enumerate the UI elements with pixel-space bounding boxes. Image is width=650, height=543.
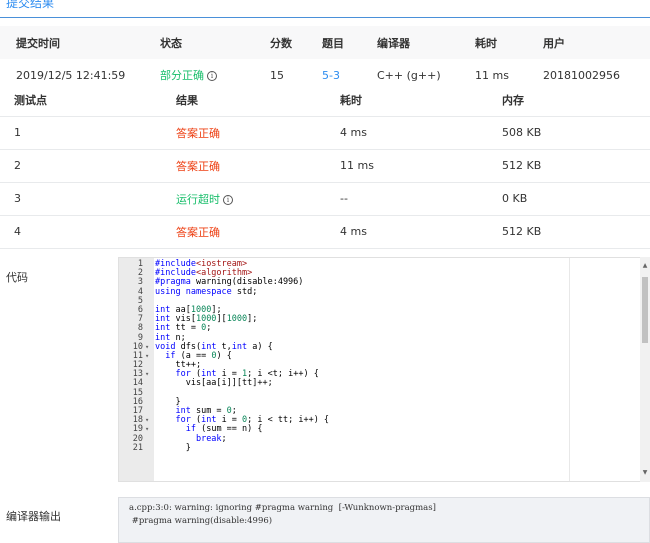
editor-scrollbar[interactable]: ▲ ▼: [640, 257, 650, 482]
fold-toggle-icon[interactable]: ▾: [145, 416, 153, 425]
result-text: 答案正确: [176, 126, 220, 140]
fold-toggle-icon[interactable]: ▾: [145, 352, 153, 361]
case-memory: 512 KB: [502, 149, 650, 183]
header-time: 耗时: [340, 84, 502, 117]
case-memory: 512 KB: [502, 215, 650, 249]
code-label: 代码: [6, 271, 28, 284]
test-case-row: 1 答案正确 4 ms 508 KB: [0, 116, 650, 150]
header-result: 结果: [176, 84, 340, 117]
header-submit-time: 提交时间: [0, 26, 160, 59]
scroll-down-icon[interactable]: ▼: [641, 468, 649, 478]
code-text: vis[aa[i]][tt]++;: [155, 378, 273, 389]
case-result: 答案正确: [176, 215, 340, 249]
case-id: 3: [0, 182, 176, 216]
header-status: 状态: [160, 26, 270, 59]
submission-header-row: 提交时间 状态 分数 题目 编译器 耗时 用户: [0, 26, 650, 59]
case-id: 2: [0, 149, 176, 183]
info-icon[interactable]: i: [223, 194, 233, 205]
test-case-row: 4 答案正确 4 ms 512 KB: [0, 215, 650, 249]
scroll-up-icon[interactable]: ▲: [641, 261, 649, 271]
fold-toggle-icon[interactable]: ▾: [145, 370, 153, 379]
case-id: 1: [0, 116, 176, 150]
header-memory: 内存: [502, 84, 650, 117]
code-line: 14 vis[aa[i]][tt]++;: [119, 379, 639, 388]
case-time: 4 ms: [340, 215, 502, 249]
scroll-thumb[interactable]: [642, 277, 648, 343]
header-score: 分数: [270, 26, 322, 59]
header-user: 用户: [543, 26, 650, 59]
header-compiler: 编译器: [377, 26, 475, 59]
code-line: 20 break;: [119, 434, 639, 444]
line-number: 21: [132, 442, 143, 453]
case-time: --: [340, 182, 502, 216]
test-case-table: 测试点 结果 耗时 内存 1 答案正确 4 ms 508 KB 2 答案正确 1…: [0, 84, 650, 249]
section-title: 提交结果: [6, 0, 55, 10]
code-content[interactable]: 1 #include<iostream> 2 #include<algorithm> 3…: [119, 259, 639, 453]
compiler-output-label: 编译器输出: [6, 510, 61, 523]
compiler-output: a.cpp:3:0: warning: ignoring #pragma war…: [118, 497, 650, 543]
header-test-case: 测试点: [0, 84, 176, 117]
case-result: 答案正确: [176, 149, 340, 183]
section-header: 提交结果: [0, 0, 650, 18]
header-problem: 题目: [322, 26, 377, 59]
status-text: 部分正确: [160, 69, 204, 83]
case-id: 4: [0, 215, 176, 249]
result-text: 答案正确: [176, 159, 220, 173]
code-line: 4 using namespace std;: [119, 286, 639, 297]
result-text: 答案正确: [176, 225, 220, 239]
problem-link[interactable]: 5-3: [322, 69, 340, 82]
header-elapsed: 耗时: [475, 26, 543, 59]
submission-table: 提交时间 状态 分数 题目 编译器 耗时 用户 2019/12/5 12:41:…: [0, 26, 650, 93]
case-memory: 0 KB: [502, 182, 650, 216]
test-case-row: 2 答案正确 11 ms 512 KB: [0, 149, 650, 183]
code-line: 15: [119, 388, 639, 398]
result-text: 运行超时: [176, 192, 220, 206]
fold-toggle-icon[interactable]: ▾: [145, 425, 153, 434]
fold-toggle-icon[interactable]: ▾: [145, 343, 153, 352]
case-result: 答案正确: [176, 116, 340, 150]
case-time: 11 ms: [340, 149, 502, 183]
code-text: }: [155, 442, 191, 453]
test-case-header-row: 测试点 结果 耗时 内存: [0, 84, 650, 117]
code-text: using namespace std;: [155, 286, 258, 297]
test-case-row: 3 运行超时 i -- 0 KB: [0, 182, 650, 216]
case-time: 4 ms: [340, 116, 502, 150]
case-memory: 508 KB: [502, 116, 650, 150]
info-icon[interactable]: i: [207, 71, 217, 82]
code-line: 21 }: [119, 442, 639, 453]
code-editor[interactable]: 1 #include<iostream> 2 #include<algorithm> 3…: [118, 257, 650, 482]
case-result: 运行超时 i: [176, 182, 340, 216]
code-line: 8 int tt = 0;: [119, 324, 639, 333]
